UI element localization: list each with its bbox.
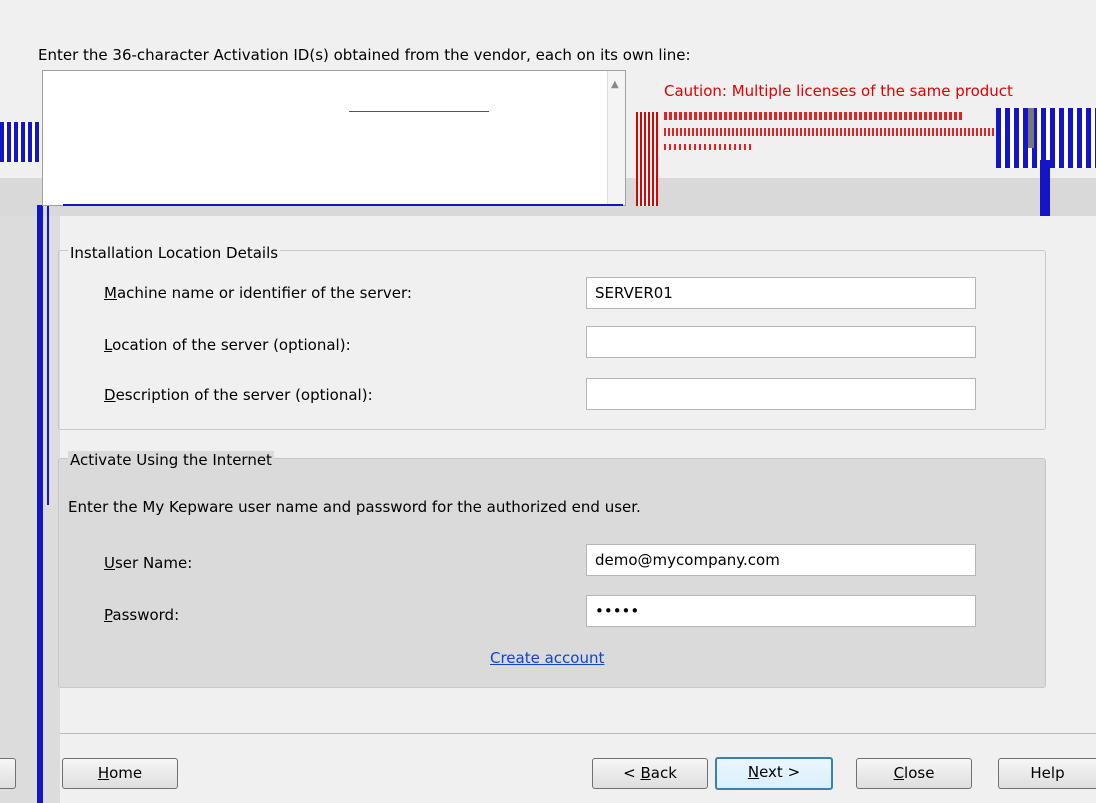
- render-artifact-line: [37, 205, 43, 803]
- next-button[interactable]: Next >: [715, 757, 833, 790]
- partial-button[interactable]: [0, 758, 16, 789]
- activation-id-textarea[interactable]: ▲: [42, 70, 626, 206]
- home-button-label: ome: [109, 764, 143, 782]
- back-button-prefix: <: [623, 764, 641, 782]
- caution-text: Caution: Multiple licenses of the same p…: [664, 82, 1013, 100]
- render-artifact-line: [47, 205, 49, 505]
- render-artifact-noise: [664, 108, 1004, 160]
- description-label-text: escription of the server (optional):: [115, 386, 373, 404]
- password-label-text: assword:: [112, 606, 180, 624]
- next-button-label: ext >: [759, 763, 801, 781]
- render-artifact-line: [349, 111, 489, 112]
- back-button[interactable]: < Back: [592, 758, 708, 789]
- location-label: Location of the server (optional):: [104, 336, 351, 354]
- render-artifact-line: [1028, 108, 1034, 148]
- create-account-link[interactable]: Create account: [490, 649, 604, 667]
- internet-instruction: Enter the My Kepware user name and passw…: [68, 498, 641, 516]
- textarea-scrollbar[interactable]: ▲: [607, 71, 625, 205]
- footer-separator: [60, 733, 1096, 734]
- render-artifact-left: [0, 216, 60, 803]
- close-button-label: lose: [904, 764, 935, 782]
- location-label-text: ocation of the server (optional):: [112, 336, 351, 354]
- back-button-label: ack: [650, 764, 677, 782]
- render-artifact-strip: [0, 122, 40, 162]
- password-label: Password:: [104, 606, 180, 624]
- machine-name-label: Machine name or identifier of the server…: [104, 284, 412, 302]
- close-button[interactable]: Close: [856, 758, 972, 789]
- username-label-text: ser Name:: [114, 554, 193, 572]
- render-artifact-strip: [636, 112, 658, 206]
- render-artifact-line: [63, 204, 623, 206]
- machine-name-input[interactable]: [586, 277, 976, 309]
- scroll-up-icon[interactable]: ▲: [611, 79, 619, 90]
- render-artifact-strip: [996, 108, 1096, 168]
- username-input[interactable]: [586, 544, 976, 576]
- activation-caption: Enter the 36-character Activation ID(s) …: [38, 46, 691, 64]
- home-button[interactable]: Home: [62, 758, 178, 789]
- description-label: Description of the server (optional):: [104, 386, 373, 404]
- render-artifact-strip: [1040, 160, 1050, 216]
- machine-name-label-text: achine name or identifier of the server:: [116, 284, 412, 302]
- description-input[interactable]: [586, 378, 976, 410]
- username-label: User Name:: [104, 554, 193, 572]
- internet-group-title: Activate Using the Internet: [68, 451, 274, 469]
- help-button[interactable]: Help: [998, 758, 1096, 789]
- help-button-label: Help: [1030, 764, 1065, 782]
- location-input[interactable]: [586, 326, 976, 358]
- password-input[interactable]: [586, 595, 976, 627]
- installation-group-title: Installation Location Details: [68, 244, 281, 262]
